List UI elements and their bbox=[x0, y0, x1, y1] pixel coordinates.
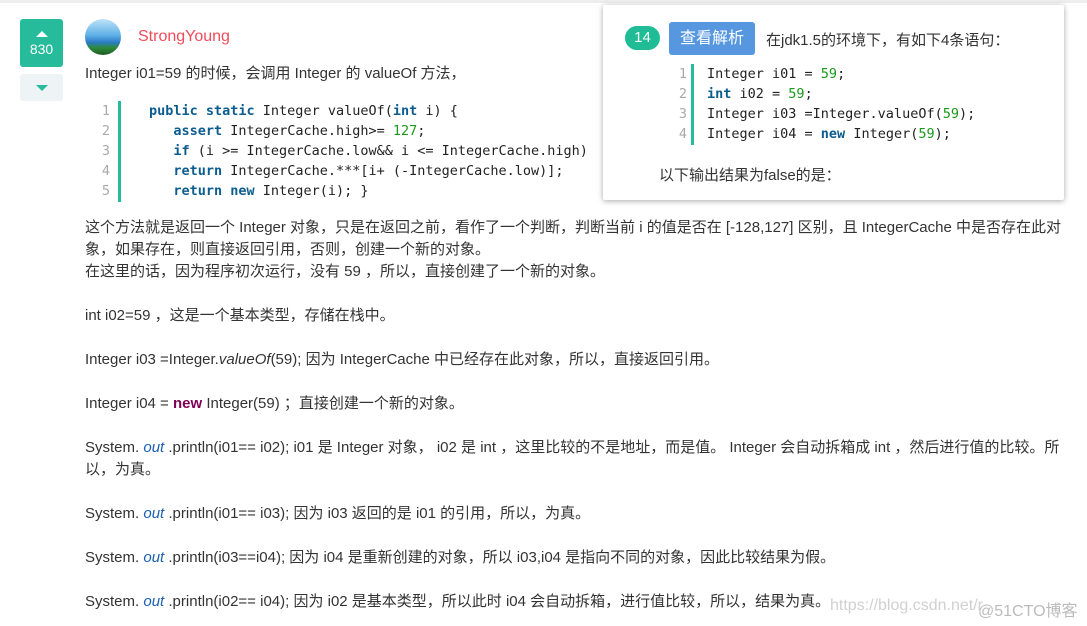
code-bar bbox=[691, 64, 694, 145]
watermark-url: https://blog.csdn.net/r bbox=[830, 597, 983, 614]
code-lines: public static Integer valueOf(int i) { a… bbox=[149, 103, 588, 199]
downvote-button[interactable] bbox=[20, 74, 63, 101]
paragraph-compare-2: System. out .println(i01== i03); 因为 i03 … bbox=[85, 505, 591, 522]
question-popup: 14 查看解析 在jdk1.5的环境下，有如下4条语句： 1234 Intege… bbox=[603, 5, 1064, 200]
paragraph-first-run: 在这里的话，因为程序初次运行，没有 59 ，所以，直接创建了一个新的对象。 bbox=[85, 263, 606, 280]
vote-count: 830 bbox=[29, 41, 54, 57]
paragraph-compare-3: System. out .println(i03==i04); 因为 i04 是… bbox=[85, 549, 836, 566]
question-prompt: 以下输出结果为false的是： bbox=[659, 167, 841, 184]
answer-code-block: 12345 public static Integer valueOf(int … bbox=[96, 101, 596, 202]
username-link[interactable]: StrongYoung bbox=[138, 28, 230, 46]
arrow-down-icon bbox=[35, 85, 48, 91]
avatar[interactable] bbox=[85, 19, 121, 55]
code-lines: Integer i01 = 59; int i02 = 59; Integer … bbox=[707, 66, 976, 142]
paragraph-compare-1: System. out .println(i01== i02); i01 是 I… bbox=[85, 439, 1060, 478]
code-bar bbox=[118, 101, 121, 202]
question-title: 在jdk1.5的环境下，有如下4条语句： bbox=[766, 32, 1010, 49]
question-number-badge: 14 bbox=[625, 26, 660, 50]
top-border bbox=[0, 0, 1087, 3]
upvote-button[interactable]: 830 bbox=[20, 19, 63, 67]
paragraph-i03: Integer i03 =Integer.valueOf(59); 因为 Int… bbox=[85, 351, 719, 368]
paragraph-valueof: 这个方法就是返回一个 Integer 对象，只是在返回之前，看作了一个判断，判断… bbox=[85, 219, 1061, 258]
line-numbers: 1234 bbox=[678, 66, 687, 142]
arrow-up-icon bbox=[35, 31, 48, 37]
watermark-site: @51CTO博客 bbox=[978, 603, 1078, 620]
paragraph-i04: Integer i04 = new Integer(59) ；直接创建一个新的对… bbox=[85, 395, 464, 412]
question-code-block: 1234 Integer i01 = 59; int i02 = 59; Int… bbox=[673, 64, 1053, 145]
view-analysis-button[interactable]: 查看解析 bbox=[669, 22, 755, 55]
paragraph-i02: int i02=59 ，这是一个基本类型，存储在栈中。 bbox=[85, 307, 395, 324]
line-numbers: 12345 bbox=[101, 103, 110, 199]
